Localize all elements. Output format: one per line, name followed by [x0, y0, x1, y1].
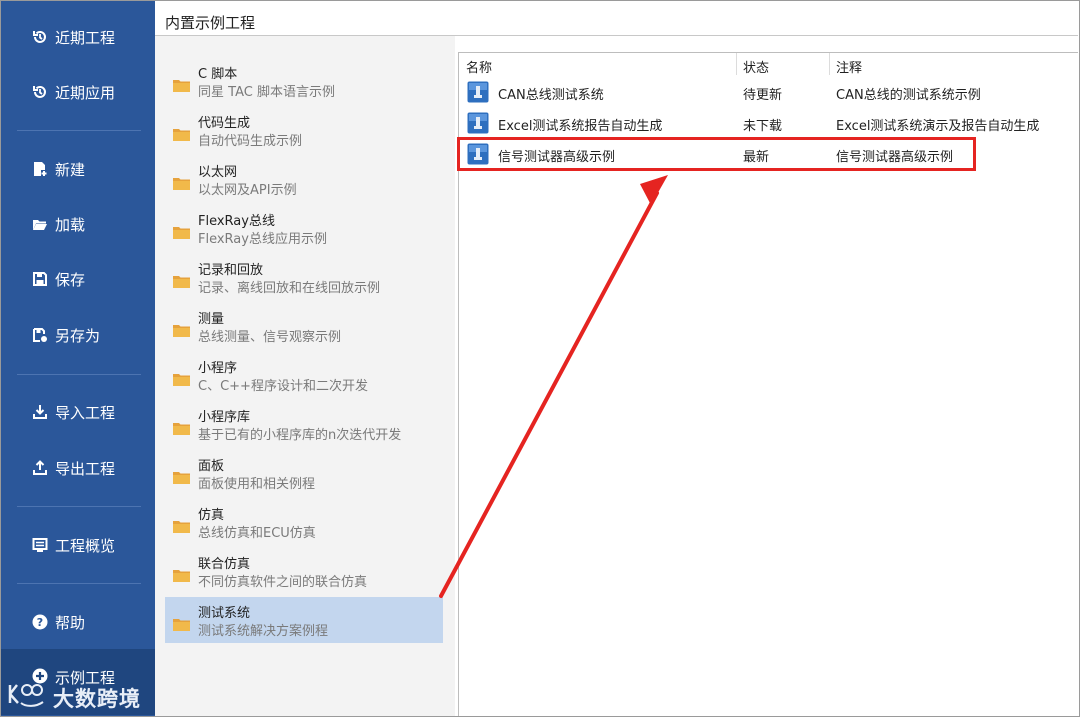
annotation-arrow-icon	[439, 175, 668, 598]
